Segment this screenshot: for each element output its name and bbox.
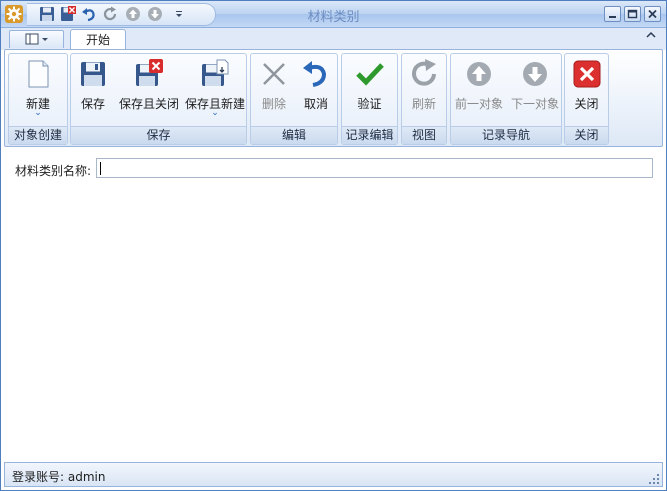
arrow-down-circle-icon <box>523 62 547 86</box>
group-edit: 删除 取消 编辑 <box>250 53 338 145</box>
maximize-icon <box>627 9 638 19</box>
new-document-icon <box>28 60 49 88</box>
new-button[interactable]: 新建 ⌄ <box>9 56 67 126</box>
refresh-label: 刷新 <box>411 97 436 111</box>
group-label-edit: 编辑 <box>251 126 337 144</box>
tab-start[interactable]: 开始 <box>70 29 126 51</box>
validate-button[interactable]: 验证 <box>342 56 397 126</box>
save-new-dropdown-icon: ⌄ <box>211 108 219 118</box>
group-label-create: 对象创建 <box>9 126 67 144</box>
material-category-name-input[interactable] <box>96 158 653 178</box>
save-close-button[interactable]: 保存且关闭 <box>117 56 181 126</box>
close-red-icon <box>573 60 600 88</box>
group-close: 关闭 关闭 <box>564 53 609 145</box>
maximize-button[interactable] <box>624 6 641 22</box>
group-label-record-nav: 记录导航 <box>451 126 561 144</box>
save-icon <box>81 62 105 86</box>
delete-icon <box>263 63 285 85</box>
refresh-button[interactable]: 刷新 <box>402 56 446 126</box>
group-label-close: 关闭 <box>565 126 608 144</box>
delete-button[interactable]: 删除 <box>253 56 295 126</box>
group-label-save: 保存 <box>71 126 246 144</box>
group-create: 新建 ⌄ 对象创建 <box>8 53 68 145</box>
group-label-record-edit: 记录编辑 <box>342 126 397 144</box>
prev-object-button[interactable]: 前一对象 <box>451 56 507 126</box>
main-window: 材料类别 开始 新建 ⌄ 对象创建 保存 保存且关闭 保存且新建 ⌄ 保存 删除… <box>0 0 667 491</box>
save-close-label: 保存且关闭 <box>118 97 179 111</box>
close-label: 关闭 <box>574 97 599 111</box>
save-close-icon <box>136 59 163 86</box>
app-menu-icon <box>25 33 48 45</box>
delete-label: 删除 <box>261 97 286 111</box>
minimize-button[interactable] <box>604 6 621 22</box>
undo-icon <box>303 61 327 87</box>
save-label: 保存 <box>80 97 105 111</box>
close-button[interactable]: 关闭 <box>565 56 608 126</box>
save-new-button[interactable]: 保存且新建 ⌄ <box>183 56 247 126</box>
next-object-button[interactable]: 下一对象 <box>507 56 563 126</box>
cancel-button[interactable]: 取消 <box>295 56 337 126</box>
minimize-icon <box>609 16 616 18</box>
group-view: 刷新 视图 <box>401 53 447 145</box>
refresh-icon <box>412 59 436 86</box>
group-save: 保存 保存且关闭 保存且新建 ⌄ 保存 <box>70 53 247 145</box>
window-title: 材料类别 <box>307 10 360 25</box>
group-record-nav: 前一对象 下一对象 记录导航 <box>450 53 562 145</box>
group-label-view: 视图 <box>402 126 446 144</box>
group-record-edit: 验证 记录编辑 <box>341 53 398 145</box>
ribbon-collapse-icon[interactable] <box>646 31 656 42</box>
arrow-up-circle-icon <box>467 62 491 86</box>
validate-label: 验证 <box>357 97 382 111</box>
resize-grip-icon[interactable] <box>649 474 659 484</box>
prev-object-label: 前一对象 <box>454 97 503 111</box>
application-menu-button[interactable] <box>9 30 64 48</box>
ribbon-panel: 新建 ⌄ 对象创建 保存 保存且关闭 保存且新建 ⌄ 保存 删除 取消 编辑 验… <box>4 49 663 147</box>
material-category-name-label: 材料类别名称: <box>15 164 92 178</box>
save-button[interactable]: 保存 <box>73 56 113 126</box>
next-object-label: 下一对象 <box>510 97 559 111</box>
title-bar: 材料类别 <box>1 1 666 28</box>
cancel-label: 取消 <box>303 97 328 111</box>
close-window-button[interactable] <box>644 6 661 22</box>
new-dropdown-icon: ⌄ <box>34 108 42 118</box>
save-new-icon <box>202 59 229 86</box>
ribbon-tab-strip: 开始 <box>1 28 666 51</box>
close-icon <box>648 9 657 19</box>
text-caret <box>100 162 101 175</box>
checkmark-icon <box>355 63 384 86</box>
status-bar: 登录账号: admin <box>4 462 663 487</box>
login-account-status: 登录账号: admin <box>12 470 106 484</box>
